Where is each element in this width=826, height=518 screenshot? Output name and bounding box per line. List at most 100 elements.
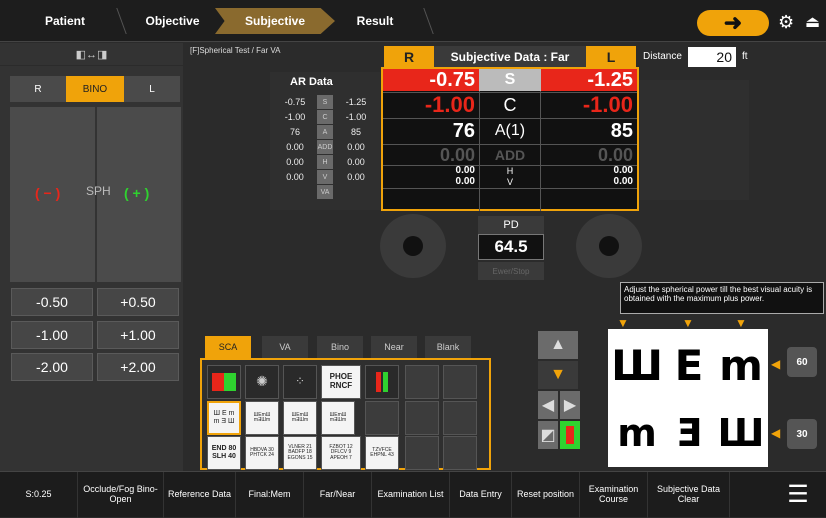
next-button[interactable]: ➜ [697,10,769,36]
step-patient[interactable]: Patient [20,8,110,34]
c-l-value[interactable]: -1.00 [541,92,633,117]
chart-left-button[interactable]: ◀ [538,391,558,419]
arrow-right-icon: ▶ [563,397,577,414]
eye-l-button[interactable]: L [124,76,180,102]
subjective-data-clear-button[interactable]: Subjective Data Clear [648,472,730,518]
menu-icon[interactable]: ☰ [770,472,826,518]
eye-r-button[interactable]: R [10,76,66,102]
final-mem-button[interactable]: Final:Mem [236,472,304,518]
optotype-letter[interactable]: E [664,340,714,390]
step-subjective[interactable]: Subjective [215,8,335,34]
tab-near[interactable]: Near [371,336,417,358]
optotype-letter[interactable]: Ш [716,408,766,458]
tab-bino[interactable]: Bino [317,336,363,358]
c-r-value[interactable]: -1.00 [383,92,475,117]
right-pupil-icon [403,236,423,256]
eye-bino-button[interactable]: BINO [66,76,124,102]
v-l-value[interactable]: 0.00 [541,176,633,187]
chart-tile-hbdva[interactable]: HBDVA 30 PHTCK 24 [245,436,279,470]
sph-minus-050-button[interactable]: -0.50 [11,288,93,316]
chart-tile-bars[interactable] [365,365,399,399]
ar-r-value: 0.00 [286,172,304,182]
h-l-value[interactable]: 0.00 [541,165,633,176]
chart-tile-empty[interactable] [443,401,477,435]
redgreen-filter-button[interactable] [560,421,580,449]
gear-icon[interactable]: ⚙ [778,12,794,33]
sph-plus-100-button[interactable]: +1.00 [97,321,179,349]
distance-input[interactable]: 20 [688,47,736,67]
sph-minus-100-button[interactable]: -1.00 [11,321,93,349]
chart-tile-astig-icon[interactable]: ✺ [245,365,279,399]
chart-tile-e-small[interactable]: Ш E mm Ǝ Ш [207,401,241,435]
data-entry-button[interactable]: Data Entry [450,472,512,518]
step-result[interactable]: Result [335,8,415,34]
chart-tile-end[interactable]: END 80 SLH 40 [207,436,241,470]
step-objective[interactable]: Objective [125,8,220,34]
v-r-value[interactable]: 0.00 [383,176,475,187]
examination-list-button[interactable]: Examination List [372,472,450,518]
chart-tile-empty[interactable] [405,436,439,470]
pd-stop-button[interactable]: Ewer/Stop [478,262,544,280]
size-60-button[interactable]: 60 [787,347,817,377]
row-marker-icon: ◀ [771,357,781,371]
s-label: S [504,71,516,88]
optotype-letter[interactable]: Ǝ [664,408,714,458]
chart-tile-fzbot[interactable]: FZBOT 12 DFLCV 9 APEOH 7 [321,436,361,470]
sph-plus-050-button[interactable]: +0.50 [97,288,179,316]
chart-tile-dots-icon[interactable]: ⁘ [283,365,317,399]
chart-tile-empty[interactable] [365,401,399,435]
chart-tile-empty[interactable] [443,365,477,399]
tab-blank[interactable]: Blank [425,336,471,358]
chart-tile-tzvfce[interactable]: TZVFCE EHPNL 43 [365,436,399,470]
ar-data-title: AR Data [290,76,333,88]
arrow-left-icon: ◀ [541,397,555,414]
chart-tile-redgreen[interactable] [207,365,241,399]
chart-right-button[interactable]: ▶ [560,391,580,419]
a-l-value[interactable]: 85 [541,119,633,143]
h-r-value[interactable]: 0.00 [383,165,475,176]
logout-icon[interactable]: ⏏ [805,12,820,32]
reference-data-button[interactable]: Reference Data [164,472,236,518]
sph-minus-200-button[interactable]: -2.00 [11,353,93,381]
sph-plus-200-button[interactable]: +2.00 [97,353,179,381]
chart-up-button[interactable]: ▲ [538,331,578,359]
swap-eyes-icon[interactable]: ◧↔◨ [0,43,183,65]
optotype-letter[interactable]: m [716,340,766,390]
size-30-button[interactable]: 30 [787,419,817,449]
optotype-letter[interactable]: m [612,408,662,458]
examination-course-button[interactable]: Examination Course [580,472,648,518]
pd-value[interactable]: 64.5 [478,234,544,260]
right-eye-header[interactable]: R [384,46,434,68]
row-divider [383,165,637,166]
sph-label: SPH [86,184,111,198]
chart-tile-empty[interactable] [405,365,439,399]
column-marker-icon: ▼ [735,316,747,330]
chart-tile-vlner[interactable]: VLNER 21 BADFP 18 EGONS 15 [283,436,317,470]
far-near-button[interactable]: Far/Near [304,472,372,518]
chart-tile-phoe[interactable]: PHOE RNCF [321,365,361,399]
a-r-value[interactable]: 76 [383,119,475,143]
chart-tile-empty[interactable] [443,436,477,470]
tab-va[interactable]: VA [262,336,308,358]
sph-plus-label: ( + ) [124,185,150,201]
tab-sca[interactable]: SCA [205,336,251,358]
s-l-value[interactable]: -1.25 [541,69,633,91]
optotype-letter[interactable]: Ш [611,340,663,390]
bottom-toolbar: S:0.25 Occlude/Fog Bino-Open Reference D… [0,471,826,518]
top-nav-bar: Patient Objective Subjective Result ➜ ⚙ … [0,0,826,42]
arrow-down-icon: ▼ [550,366,566,383]
add-l-value[interactable]: 0.00 [541,145,633,165]
row-divider [383,118,637,119]
chart-down-button[interactable]: ▼ [538,361,578,389]
chart-tile-e-tiny[interactable]: ШEmШ mƎШm [321,401,355,435]
chart-tile-e-tiny[interactable]: ШEmШ mƎШm [283,401,317,435]
mask-toggle-icon[interactable]: ◩ [538,421,558,449]
chart-tile-e-tiny[interactable]: ШEmШ mƎШm [245,401,279,435]
chart-tile-empty[interactable] [405,401,439,435]
occlude-fog-button[interactable]: Occlude/Fog Bino-Open [78,472,164,518]
left-eye-header[interactable]: L [586,46,636,68]
reset-position-button[interactable]: Reset position [512,472,580,518]
s-r-value[interactable]: -0.75 [383,69,475,91]
add-r-value[interactable]: 0.00 [383,145,475,165]
row-divider [383,92,637,93]
